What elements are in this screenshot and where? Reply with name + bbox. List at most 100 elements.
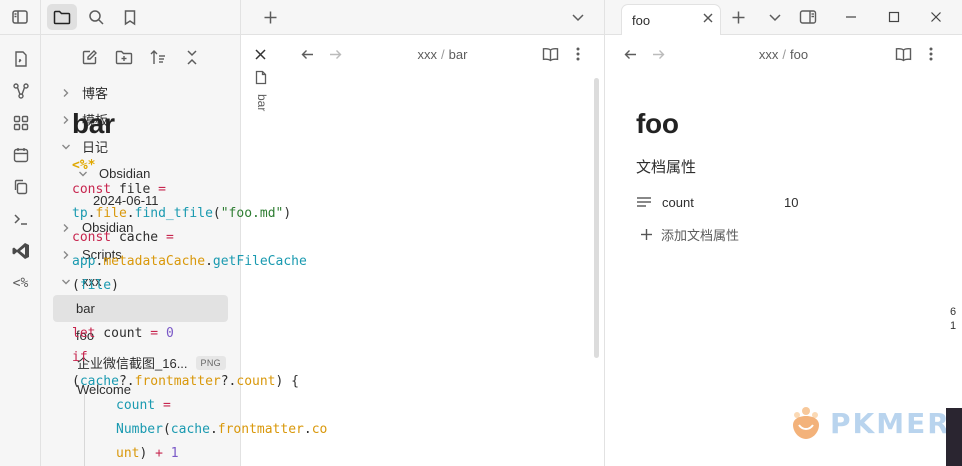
code-token: .: [303, 422, 312, 437]
property-key[interactable]: count: [636, 195, 784, 210]
text-lines-icon: [637, 197, 651, 207]
add-property-label: 添加文档属性: [661, 228, 740, 243]
chevron-right-icon[interactable]: [59, 86, 73, 100]
chevron-right-icon[interactable]: [59, 113, 73, 127]
chevron-down-icon[interactable]: [59, 140, 73, 154]
minimize-window-icon[interactable]: [837, 3, 865, 31]
pkmer-watermark: PKMER: [788, 403, 951, 443]
code-block[interactable]: <%* const file = tp.file.find_tfile("foo.m…: [72, 154, 362, 466]
more-options-icon[interactable]: [917, 40, 945, 68]
vscode-icon[interactable]: [0, 235, 41, 267]
code-token: co: [311, 422, 328, 437]
pkmer-logo-icon: [793, 407, 819, 439]
toggle-sidebar-icon[interactable]: [5, 4, 35, 30]
maximize-window-icon[interactable]: [880, 3, 908, 31]
editor-scrollbar[interactable]: [594, 78, 599, 358]
toggle-right-sidebar-icon[interactable]: [794, 3, 822, 31]
code-token: cache: [79, 374, 119, 389]
daily-note-calendar-icon[interactable]: [0, 139, 41, 171]
tree-folder[interactable]: 博客: [53, 79, 228, 106]
code-token: <%*: [72, 158, 96, 173]
code-token: let: [72, 326, 96, 341]
code-line: unt) + 1: [84, 442, 362, 466]
more-options-icon[interactable]: [564, 40, 592, 68]
code-token: file: [111, 182, 159, 197]
note-title: foo: [636, 108, 679, 139]
plus-icon: [641, 229, 652, 240]
files-tab-folder-icon[interactable]: [47, 4, 77, 30]
open-quick-switcher-icon[interactable]: [0, 43, 41, 75]
code-line: <%*: [72, 154, 362, 178]
property-row[interactable]: count 10: [636, 189, 798, 215]
ribbon-top: [0, 0, 40, 35]
code-token: (: [162, 422, 171, 437]
canvas-icon[interactable]: [0, 107, 41, 139]
left-view-header: xxx / bar: [241, 35, 604, 73]
property-value[interactable]: 10: [784, 195, 798, 210]
code-token: ) {: [275, 374, 299, 389]
properties-heading: 文档属性: [636, 159, 697, 176]
code-line: (file): [72, 274, 362, 298]
code-token: const: [72, 230, 112, 245]
code-token: metadataCache: [103, 254, 206, 269]
code-token: const: [72, 182, 112, 197]
breadcrumb-file[interactable]: foo: [790, 47, 808, 62]
code-token: 0: [165, 326, 174, 341]
breadcrumb-file[interactable]: bar: [449, 47, 468, 62]
tab-list-chevron-down-icon[interactable]: [761, 3, 789, 31]
code-token: =: [150, 326, 159, 341]
code-token: =: [162, 398, 171, 413]
tab-list-chevron-down-icon[interactable]: [564, 3, 592, 31]
chevron-right-icon[interactable]: [59, 248, 73, 262]
watermark-text: PKMER: [830, 406, 951, 440]
left-pane-tabbar: [241, 0, 604, 35]
add-property-button[interactable]: 添加文档属性: [636, 225, 798, 244]
command-terminal-icon[interactable]: [0, 203, 41, 235]
chevron-right-icon[interactable]: [59, 221, 73, 235]
sort-order-icon[interactable]: [145, 44, 171, 70]
note-body-bar: bar <%* const file = tp.file.find_tfile("f…: [72, 108, 362, 466]
new-note-edit-icon[interactable]: [77, 44, 103, 70]
right-pane-tabbar: foo: [605, 0, 962, 35]
code-token: count: [95, 326, 151, 341]
bookmarks-tab-icon[interactable]: [115, 4, 145, 30]
close-tab-icon[interactable]: [702, 12, 714, 24]
code-token: frontmatter: [217, 422, 304, 437]
templates-copy-icon[interactable]: [0, 171, 41, 203]
search-tab-icon[interactable]: [81, 4, 111, 30]
code-token: "foo.md": [220, 206, 284, 221]
templater-icon[interactable]: <%: [0, 267, 41, 299]
property-key-label: count: [662, 194, 694, 210]
left-ribbon: <%: [0, 0, 41, 466]
tab-foo[interactable]: foo: [621, 4, 721, 35]
code-token: (: [72, 374, 80, 389]
note-body-foo: foo 文档属性 count 10 添加文档属性: [636, 108, 798, 244]
new-tab-plus-icon[interactable]: [724, 3, 752, 31]
code-token: app: [72, 254, 96, 269]
reading-view-book-icon[interactable]: [889, 40, 917, 68]
code-line: const cache =: [72, 226, 362, 250]
code-line: count =: [84, 394, 362, 418]
code-line: app.metadataCache.getFileCache: [72, 250, 362, 274]
code-line: let count = 0: [72, 322, 362, 346]
breadcrumb-folder[interactable]: xxx: [759, 47, 779, 62]
code-token: Number: [116, 422, 163, 437]
edge-partial-text: 6 1: [950, 305, 962, 345]
chevron-down-icon[interactable]: [59, 275, 73, 289]
code-token: =: [158, 182, 166, 197]
code-token: ?.: [220, 374, 237, 389]
code-token: count: [116, 398, 156, 413]
code-token: cache: [170, 422, 210, 437]
new-folder-icon[interactable]: [111, 44, 137, 70]
collapse-all-icon[interactable]: [179, 44, 205, 70]
reading-view-book-icon[interactable]: [536, 40, 564, 68]
code-token: .: [205, 254, 213, 269]
tree-item-label: 博客: [82, 86, 109, 101]
graph-view-icon[interactable]: [0, 75, 41, 107]
close-window-icon[interactable]: [922, 3, 950, 31]
code-token: ): [283, 206, 292, 221]
breadcrumb-folder[interactable]: xxx: [418, 47, 438, 62]
new-tab-plus-icon[interactable]: [256, 3, 284, 31]
